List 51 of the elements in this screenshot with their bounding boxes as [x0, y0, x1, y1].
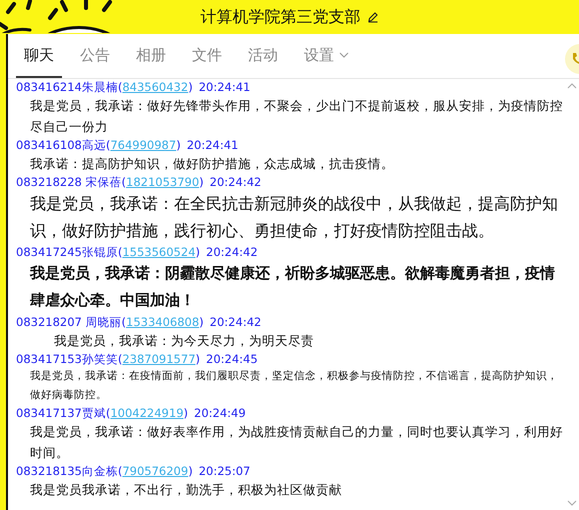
- sender-name: ): [196, 352, 200, 366]
- tab[interactable]: 公告: [72, 34, 118, 78]
- message-text: 我是党员，我承诺：做好表率作用，为战胜疫情贡献自己的力量，同时也要认真学习，利用好时间。: [29, 423, 564, 462]
- message-text: 我是党员我承诺，不出行，勤洗手，积极为社区做贡献: [29, 481, 343, 499]
- qq-number-link[interactable]: 790576209: [122, 464, 188, 478]
- qq-number-link[interactable]: 1553560524: [122, 245, 196, 259]
- message-text: 我是党员，我承诺：在疫情面前，我们履职尽责，坚定信念，积极参与疫情防控，不信谣言，提高防护知识，做好病毒防控。: [29, 369, 559, 403]
- message-time: 20:24:45: [206, 352, 258, 366]
- sender-name: ): [199, 315, 204, 329]
- sender-name: 083417137贾斌(: [16, 406, 110, 420]
- qq-number-link[interactable]: 2387091577: [122, 352, 196, 366]
- window-title: 计算机学院第三党支部: [200, 6, 360, 28]
- sender-name: 083417245张锟原(: [16, 245, 122, 259]
- message-text: 我是党员，我承诺：在全民抗击新冠肺炎的战役中，从我做起，提高防护知识，做好防护措施，践行初心、勇担使命，打好疫情防控阻击战。: [29, 193, 559, 242]
- message-text: 我是党员，我承诺：做好先锋带头作用，不聚会，少出门不提前返校，服从安排，为疫情防控尽自己一份力: [29, 97, 564, 136]
- message-time: 20:24:49: [194, 406, 246, 420]
- sender-name: 083218135向金栋(: [16, 464, 122, 478]
- sender-name: 083416108高远(: [16, 138, 110, 152]
- message-time: 20:24:42: [210, 315, 262, 329]
- qq-number-link[interactable]: 764990987: [110, 138, 176, 152]
- message-time: 20:24:41: [198, 80, 250, 94]
- message-text: 我是党员，我承诺：为今天尽力，为明天尽责: [53, 332, 315, 350]
- sender-name: 083417153孙笑笑(: [16, 352, 122, 366]
- edit-icon[interactable]: [366, 11, 378, 23]
- sender-name: ): [199, 175, 204, 189]
- message-time: 20:24:42: [210, 175, 262, 189]
- sender-name: ): [188, 464, 193, 478]
- sender-name: ): [188, 80, 193, 94]
- tab[interactable]: 活动: [240, 34, 286, 78]
- sender-name: ): [176, 138, 181, 152]
- tab[interactable]: 文件: [184, 34, 230, 78]
- tab[interactable]: 相册: [128, 34, 174, 78]
- scroll-down-icon[interactable]: [567, 500, 577, 506]
- message-time: 20:24:42: [206, 245, 258, 259]
- sender-name: ): [184, 406, 188, 420]
- sender-name: 083416214朱晨楠(: [16, 80, 122, 94]
- qq-number-link[interactable]: 1004224919: [110, 406, 184, 420]
- tab[interactable]: 设置: [296, 34, 357, 78]
- qq-number-link[interactable]: 1821053790: [126, 175, 200, 189]
- sender-name: ): [196, 245, 200, 259]
- tab[interactable]: 聊天: [16, 34, 62, 78]
- chevron-down-icon: [339, 52, 349, 58]
- qq-number-link[interactable]: 1533406808: [126, 315, 200, 329]
- message-time: 20:24:41: [186, 138, 238, 152]
- sender-name: 083218207 周晓丽(: [16, 315, 126, 329]
- qq-number-link[interactable]: 843560432: [122, 80, 188, 94]
- sender-name: 083218228 宋保蓓(: [16, 175, 126, 189]
- message-time: 20:25:07: [198, 464, 250, 478]
- message-text: 我是党员，我承诺：阴霾散尽健康还，祈盼多城驱恶患。欲解毒魔勇者担，疫情肆虐众心牵。中国加油！: [28, 263, 556, 311]
- message-text: 我承诺：提高防护知识，做好防护措施，众志成城，抗击疫情。: [29, 155, 395, 173]
- scroll-up-icon[interactable]: [567, 83, 577, 89]
